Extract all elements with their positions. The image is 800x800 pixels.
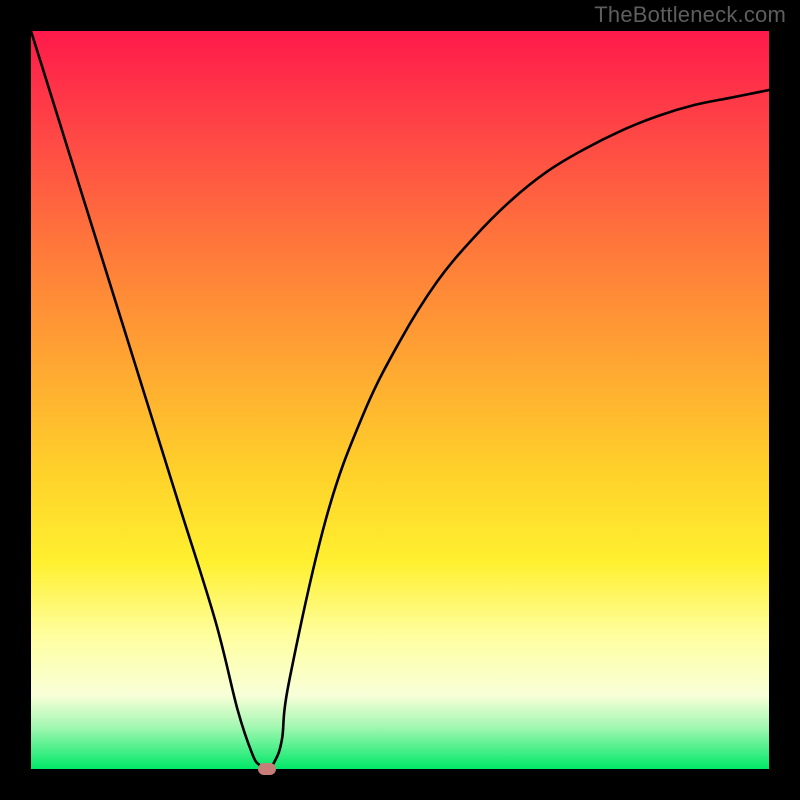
chart-container: TheBottleneck.com [0,0,800,800]
plot-frame [30,30,770,770]
curve-svg [31,31,769,769]
plot-area [31,31,769,769]
bottleneck-curve-path [31,31,769,769]
watermark-text: TheBottleneck.com [594,2,786,28]
min-marker [258,763,276,775]
